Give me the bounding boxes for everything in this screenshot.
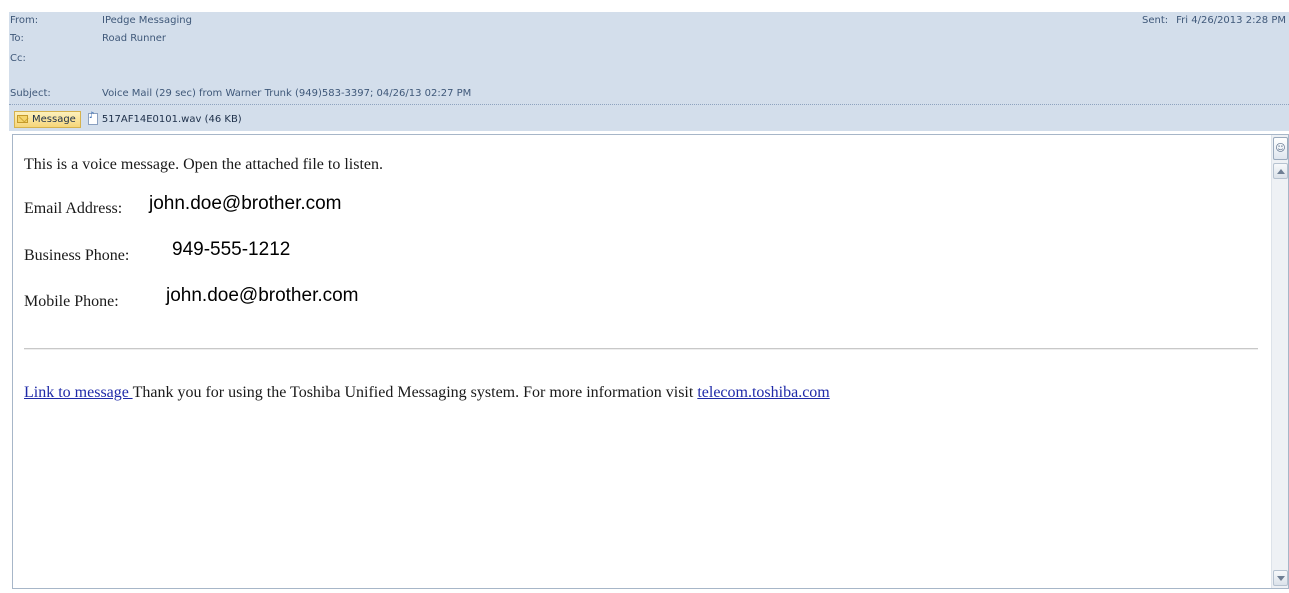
tab-message[interactable]: Message: [14, 110, 81, 128]
footer-text: Thank you for using the Toshiba Unified …: [132, 384, 698, 401]
business-phone-row: Business Phone:: [24, 247, 129, 265]
mobile-phone-label: Mobile Phone:: [24, 293, 119, 310]
mobile-phone-row: Mobile Phone:: [24, 293, 119, 311]
message-window: From: IPedge Messaging To: Road Runner C…: [0, 0, 1289, 593]
attachment-label: 517AF14E0101.wav (46 KB): [101, 113, 242, 125]
cc-label: Cc:: [10, 53, 26, 64]
tab-message-label: Message: [32, 113, 76, 125]
audio-file-icon: [87, 111, 98, 125]
body-divider: [24, 348, 1258, 350]
subject-label: Subject:: [10, 88, 51, 99]
sent-value: Fri 4/26/2013 2:28 PM: [1176, 15, 1286, 26]
contact-card-icon[interactable]: ☺: [1273, 137, 1288, 160]
header-divider: [9, 104, 1289, 105]
message-body: This is a voice message. Open the attach…: [12, 134, 1289, 589]
sent-info: Sent: Fri 4/26/2013 2:28 PM: [1142, 12, 1286, 29]
email-value: john.doe@brother.com: [149, 193, 342, 214]
mobile-phone-value: john.doe@brother.com: [166, 285, 359, 306]
from-label: From:: [10, 15, 39, 26]
business-phone-value: 949-555-1212: [172, 239, 291, 260]
scroll-down-button[interactable]: [1273, 570, 1288, 586]
link-to-message[interactable]: Link to message: [24, 384, 133, 401]
envelope-icon: [17, 115, 28, 123]
email-label: Email Address:: [24, 200, 123, 217]
intro-text: This is a voice message. Open the attach…: [24, 156, 383, 173]
attachment-bar: Message 517AF14E0101.wav (46 KB): [14, 110, 246, 128]
email-row: Email Address:: [24, 200, 122, 218]
from-value[interactable]: IPedge Messaging: [102, 12, 192, 29]
to-label: To:: [10, 33, 24, 44]
vertical-scrollbar[interactable]: ☺: [1271, 135, 1288, 588]
scroll-up-button[interactable]: [1273, 163, 1288, 179]
footer-line: Link to message Thank you for using the …: [24, 384, 830, 402]
toshiba-site-link[interactable]: telecom.toshiba.com: [697, 384, 829, 401]
message-header: From: IPedge Messaging To: Road Runner C…: [9, 12, 1289, 131]
to-value[interactable]: Road Runner: [102, 30, 166, 47]
message-content: This is a voice message. Open the attach…: [24, 135, 1260, 588]
subject-value: Voice Mail (29 sec) from Warner Trunk (9…: [102, 88, 472, 99]
attachment-file[interactable]: 517AF14E0101.wav (46 KB): [86, 111, 246, 128]
sent-label: Sent:: [1142, 15, 1169, 26]
business-phone-label: Business Phone:: [24, 247, 130, 264]
